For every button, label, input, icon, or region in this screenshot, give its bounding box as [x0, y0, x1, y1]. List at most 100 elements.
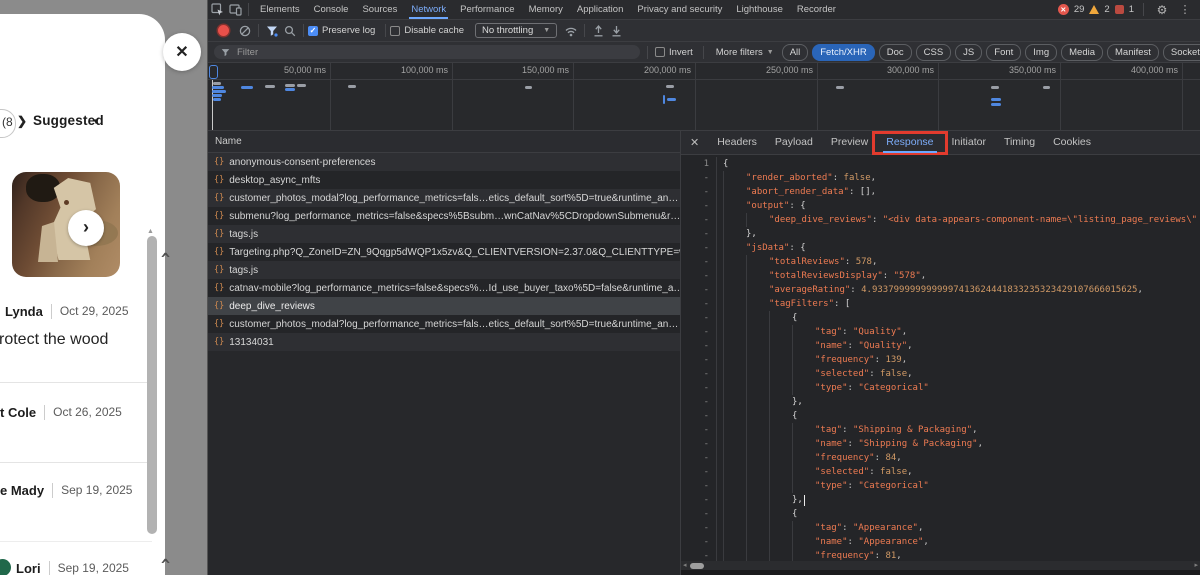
close-icon[interactable]: ✕	[681, 136, 708, 149]
request-name: desktop_async_mfts	[229, 175, 320, 186]
detail-tab-preview[interactable]: Preview	[822, 131, 877, 154]
kebab-menu-icon[interactable]: ⋮	[1176, 2, 1194, 18]
devtools-tab-network[interactable]: Network	[404, 0, 453, 19]
device-toolbar-icon[interactable]	[226, 2, 244, 18]
devtools-tab-privacy-and-security[interactable]: Privacy and security	[630, 0, 729, 19]
filter-chip-css[interactable]: CSS	[916, 44, 952, 61]
devtools-tab-performance[interactable]: Performance	[453, 0, 521, 19]
code-line: -"name": "Appearance",	[681, 535, 1200, 549]
horizontal-scrollbar[interactable]: ◂ ▸	[681, 561, 1200, 570]
timeline-selection-handle[interactable]	[209, 65, 218, 79]
detail-tab-headers[interactable]: Headers	[708, 131, 766, 154]
chevron-right-icon[interactable]: ❯	[17, 114, 27, 128]
filter-chip-fetch-xhr[interactable]: Fetch/XHR	[812, 44, 874, 61]
inspect-element-icon[interactable]	[208, 2, 226, 18]
error-count: 29	[1074, 4, 1085, 15]
code-token: ,	[896, 549, 901, 561]
filter-input[interactable]	[235, 46, 633, 59]
devtools-tab-application[interactable]: Application	[570, 0, 630, 19]
request-row[interactable]: {}desktop_async_mfts	[208, 171, 680, 189]
annotation-red-box	[872, 131, 947, 155]
request-row[interactable]: {}anonymous-consent-preferences	[208, 153, 680, 171]
filter-chip-img[interactable]: Img	[1025, 44, 1057, 61]
review-photo[interactable]: ›	[12, 172, 120, 277]
indent-guide	[723, 451, 746, 465]
detail-tab-payload[interactable]: Payload	[766, 131, 822, 154]
detail-tab-initiator[interactable]: Initiator	[943, 131, 995, 154]
code-token: ,	[907, 465, 912, 479]
request-row[interactable]: {}customer_photos_modal?log_performance_…	[208, 189, 680, 207]
record-button[interactable]	[218, 25, 229, 36]
devtools-tab-sources[interactable]: Sources	[355, 0, 404, 19]
devtools-tab-console[interactable]: Console	[307, 0, 356, 19]
detail-tab-response[interactable]: Response	[877, 131, 942, 154]
request-row[interactable]: {}deep_dive_reviews	[208, 297, 680, 315]
line-gutter: -	[681, 451, 717, 465]
export-har-icon[interactable]	[607, 23, 625, 39]
filter-funnel-icon[interactable]	[263, 23, 281, 39]
gear-icon[interactable]: ⚙	[1153, 2, 1171, 18]
devtools-tab-elements[interactable]: Elements	[253, 0, 307, 19]
overview-activity-bar	[348, 85, 356, 88]
request-row[interactable]: {}13134031	[208, 333, 680, 351]
modal-scrollbar-thumb[interactable]	[147, 236, 157, 534]
search-icon[interactable]	[281, 23, 299, 39]
request-row[interactable]: {}tags.js	[208, 225, 680, 243]
overview-activity-bar	[991, 103, 1001, 106]
scrollbar-up-arrow[interactable]: ▲	[147, 228, 154, 235]
overview-activity-bar	[285, 88, 295, 91]
filter-chip-all[interactable]: All	[782, 44, 809, 61]
line-gutter: -	[681, 269, 717, 283]
scroll-top-chevron-icon[interactable]: ^	[161, 556, 170, 574]
scroll-left-arrow[interactable]: ◂	[683, 561, 687, 570]
devtools-tab-lighthouse[interactable]: Lighthouse	[729, 0, 789, 19]
filter-chip-media[interactable]: Media	[1061, 44, 1103, 61]
devtools-tab-recorder[interactable]: Recorder	[790, 0, 843, 19]
preserve-log-checkbox[interactable]: ✓	[308, 26, 318, 36]
code-token: "name"	[815, 339, 848, 353]
scrollbar-thumb[interactable]	[690, 563, 704, 569]
warning-badge-icon[interactable]	[1089, 5, 1099, 14]
network-overview-timeline[interactable]: 50,000 ms100,000 ms150,000 ms200,000 ms2…	[208, 63, 1200, 131]
request-row[interactable]: {}Targeting.php?Q_ZoneID=ZN_9Qqgp5dWQP1x…	[208, 243, 680, 261]
more-filters-dropdown[interactable]: More filters ▼	[716, 47, 774, 58]
invert-label[interactable]: Invert	[669, 47, 693, 58]
detail-tab-timing[interactable]: Timing	[995, 131, 1044, 154]
divider	[1143, 3, 1144, 16]
scroll-top-chevron-icon[interactable]: ^	[161, 250, 170, 268]
scroll-right-arrow[interactable]: ▸	[1194, 561, 1198, 570]
network-conditions-icon[interactable]	[562, 23, 580, 39]
timeline-tick-label: 250,000 ms	[766, 65, 813, 75]
indent-guide	[723, 325, 746, 339]
modal-close-button[interactable]: ✕	[163, 33, 201, 71]
filter-chip-font[interactable]: Font	[986, 44, 1021, 61]
import-har-icon[interactable]	[589, 23, 607, 39]
devtools-tab-memory[interactable]: Memory	[522, 0, 570, 19]
overview-activity-bar	[297, 84, 306, 87]
code-line: -"averageRating": 4.93379999999999974136…	[681, 283, 1200, 297]
invert-checkbox[interactable]	[655, 47, 665, 57]
throttling-dropdown[interactable]: No throttling ▼	[475, 23, 557, 38]
issues-badge-icon[interactable]	[1115, 5, 1124, 14]
disable-cache-label[interactable]: Disable cache	[404, 25, 464, 36]
code-token: false	[880, 465, 907, 479]
code-token: "Categorical"	[858, 479, 928, 493]
error-badge-icon[interactable]: ✕	[1058, 4, 1069, 15]
request-row[interactable]: {}customer_photos_modal?log_performance_…	[208, 315, 680, 333]
request-list-column-header[interactable]: Name	[208, 131, 680, 153]
filter-chip-manifest[interactable]: Manifest	[1107, 44, 1159, 61]
photo-next-button[interactable]: ›	[68, 210, 104, 246]
request-row[interactable]: {}submenu?log_performance_metrics=false&…	[208, 207, 680, 225]
disable-cache-checkbox[interactable]	[390, 26, 400, 36]
filter-chip-js[interactable]: JS	[955, 44, 982, 61]
filter-chip-socket[interactable]: Socket	[1163, 44, 1200, 61]
detail-tab-cookies[interactable]: Cookies	[1044, 131, 1100, 154]
divider	[248, 3, 249, 16]
request-row[interactable]: {}catnav-mobile?log_performance_metrics=…	[208, 279, 680, 297]
request-row[interactable]: {}tags.js	[208, 261, 680, 279]
clear-network-log-icon[interactable]	[236, 23, 254, 39]
response-code-viewer[interactable]: 1{-"render_aborted": false,-"abort_rende…	[681, 155, 1200, 561]
filter-chip-doc[interactable]: Doc	[879, 44, 912, 61]
code-token: "deep_dive_reviews"	[769, 213, 872, 227]
preserve-log-label[interactable]: Preserve log	[322, 25, 375, 36]
